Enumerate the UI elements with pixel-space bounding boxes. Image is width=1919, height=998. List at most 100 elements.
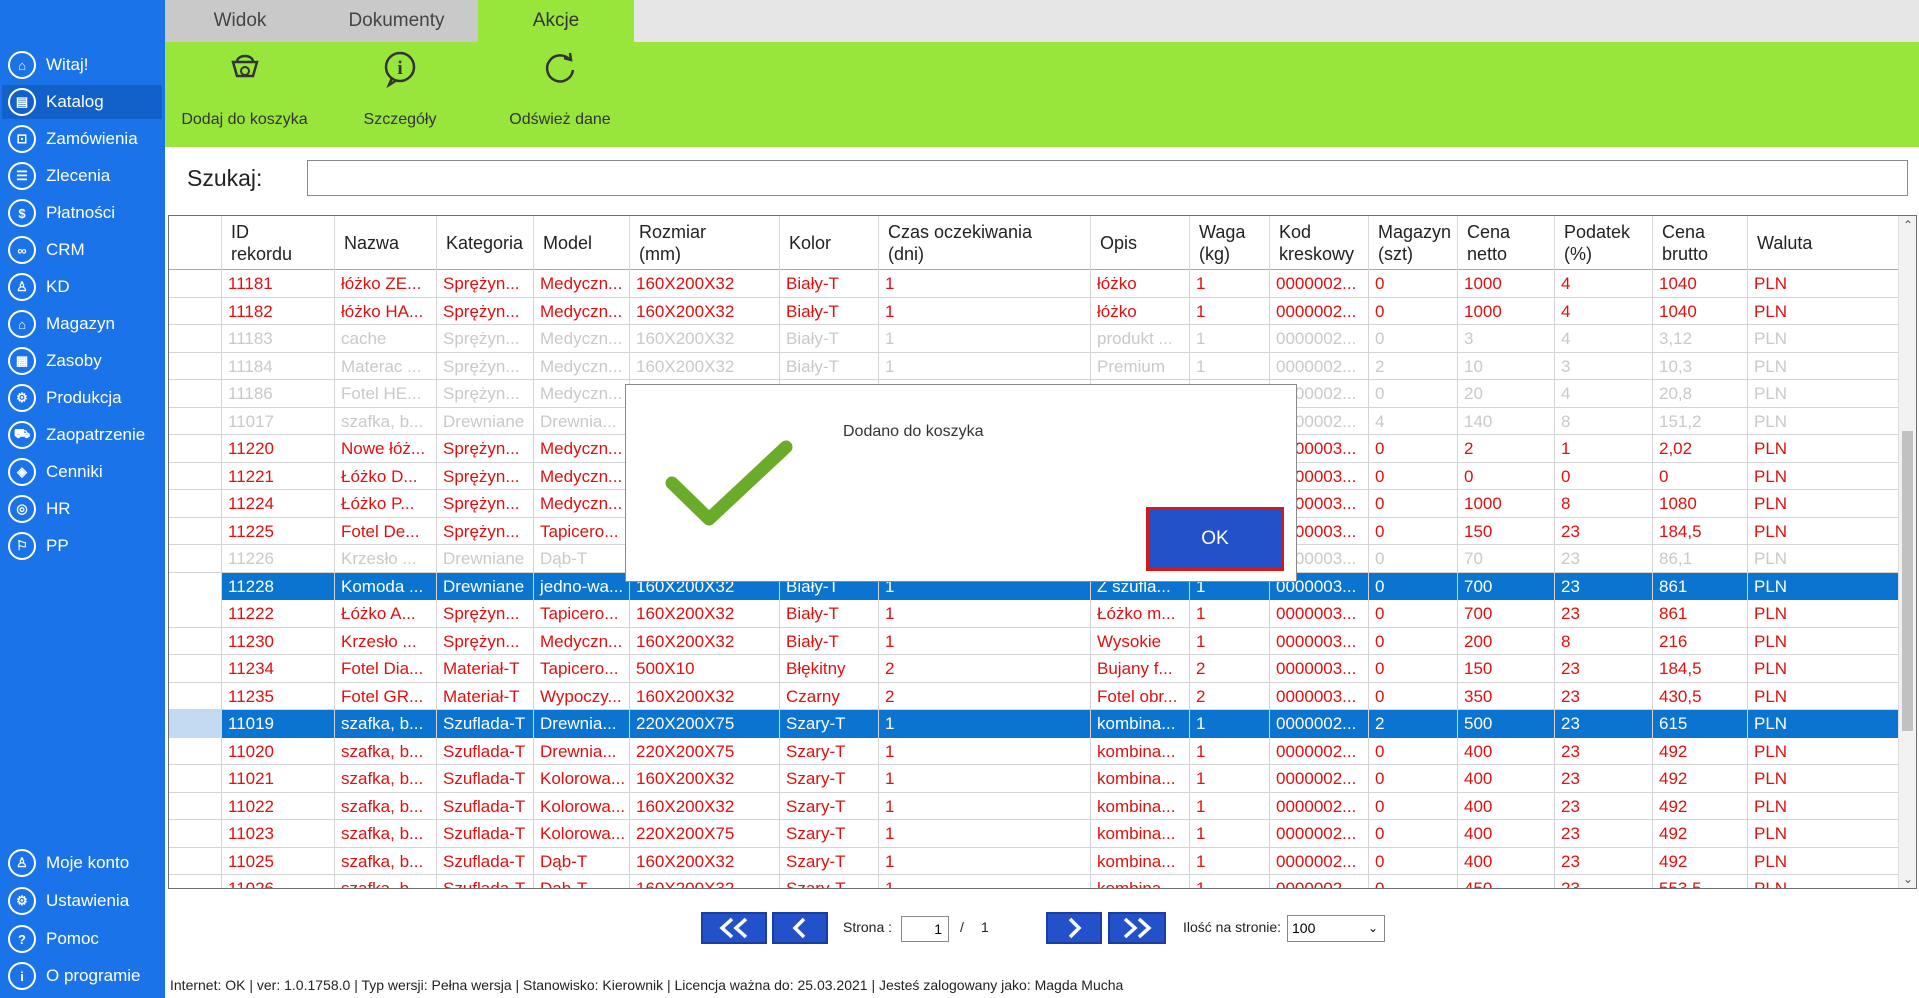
table-cell[interactable]: 23 — [1555, 875, 1653, 888]
sidebar-item-pp[interactable]: ⚐ PP — [2, 529, 162, 563]
table-cell[interactable]: 4 — [1555, 297, 1653, 325]
table-cell[interactable]: 861 — [1653, 572, 1748, 600]
table-cell[interactable]: Materiał-T — [437, 682, 534, 710]
table-cell[interactable]: 160X200X32 — [630, 875, 780, 888]
table-cell[interactable]: Szuflada-T — [437, 847, 534, 875]
table-cell[interactable]: Szuflada-T — [437, 710, 534, 738]
scroll-up-icon[interactable]: ⌃ — [1899, 216, 1916, 234]
table-cell[interactable]: Materiał-T — [437, 655, 534, 683]
table-cell[interactable]: 0 — [1369, 820, 1458, 848]
table-cell[interactable]: Fotel GR... — [335, 682, 437, 710]
table-cell[interactable]: Wysokie — [1091, 627, 1190, 655]
table-cell[interactable]: 1 — [879, 875, 1091, 888]
table-cell[interactable]: 1 — [1190, 270, 1270, 298]
table-cell[interactable]: 0 — [1555, 462, 1653, 490]
row-selector[interactable] — [169, 517, 222, 545]
table-cell[interactable]: Sprężyn... — [437, 490, 534, 518]
table-cell[interactable]: 3,12 — [1653, 325, 1748, 353]
table-cell[interactable]: szafka, b... — [335, 820, 437, 848]
table-cell[interactable]: Drewniane — [437, 407, 534, 435]
table-cell[interactable]: PLN — [1748, 875, 1899, 888]
sidebar-item-cenniki[interactable]: ◈ Cenniki — [2, 455, 162, 489]
table-cell[interactable]: 0 — [1369, 572, 1458, 600]
table-cell[interactable]: 23 — [1555, 572, 1653, 600]
row-selector[interactable] — [169, 627, 222, 655]
table-cell[interactable]: 0 — [1369, 875, 1458, 888]
row-selector[interactable] — [169, 490, 222, 518]
table-cell[interactable]: 11020 — [222, 737, 335, 765]
row-selector[interactable] — [169, 325, 222, 353]
table-cell[interactable]: 0000002... — [1270, 792, 1369, 820]
table-cell[interactable]: 220X200X75 — [630, 737, 780, 765]
table-cell[interactable]: 23 — [1555, 682, 1653, 710]
table-cell[interactable]: PLN — [1748, 352, 1899, 380]
table-cell[interactable]: Fotel obr... — [1091, 682, 1190, 710]
table-cell[interactable]: Kolorowa... — [534, 820, 630, 848]
table-cell[interactable]: 8 — [1555, 490, 1653, 518]
sidebar-item-płatności[interactable]: $ Płatności — [2, 196, 162, 230]
sidebar-item-moje-konto[interactable]: ♙ Moje konto — [2, 846, 162, 880]
table-cell[interactable]: Medyczn... — [534, 380, 630, 408]
table-cell[interactable]: 1 — [879, 270, 1091, 298]
table-cell[interactable]: Fotel De... — [335, 517, 437, 545]
table-cell[interactable]: 1 — [879, 600, 1091, 628]
column-header[interactable]: Model — [534, 216, 630, 270]
sidebar-item-pomoc[interactable]: ? Pomoc — [2, 922, 162, 956]
table-cell[interactable]: 1 — [1190, 847, 1270, 875]
search-input[interactable] — [307, 160, 1908, 196]
table-cell[interactable]: Komoda ... — [335, 572, 437, 600]
table-cell[interactable]: 0 — [1369, 270, 1458, 298]
table-cell[interactable]: 0 — [1369, 682, 1458, 710]
sidebar-item-o-programie[interactable]: i O programie — [2, 959, 162, 993]
table-cell[interactable]: Krzesło ... — [335, 627, 437, 655]
table-cell[interactable]: 160X200X32 — [630, 847, 780, 875]
table-cell[interactable]: 11017 — [222, 407, 335, 435]
table-cell[interactable]: Bujany f... — [1091, 655, 1190, 683]
table-cell[interactable]: Dąb-T — [534, 545, 630, 573]
table-cell[interactable]: 700 — [1458, 572, 1555, 600]
table-cell[interactable]: 11026 — [222, 875, 335, 888]
table-cell[interactable]: łóżko — [1091, 270, 1190, 298]
table-cell[interactable]: szafka, b... — [335, 710, 437, 738]
table-cell[interactable]: 400 — [1458, 737, 1555, 765]
table-cell[interactable]: 4 — [1369, 407, 1458, 435]
table-cell[interactable]: 11225 — [222, 517, 335, 545]
table-cell[interactable]: 0 — [1369, 600, 1458, 628]
column-header[interactable]: Nazwa — [335, 216, 437, 270]
table-cell[interactable]: Biały-T — [780, 600, 879, 628]
table-cell[interactable]: 615 — [1653, 710, 1748, 738]
table-cell[interactable]: 1040 — [1653, 270, 1748, 298]
per-page-select[interactable]: 100 ⌄ — [1287, 915, 1385, 942]
table-cell[interactable]: Fotel HE... — [335, 380, 437, 408]
table-cell[interactable]: 861 — [1653, 600, 1748, 628]
table-cell[interactable]: 4 — [1555, 325, 1653, 353]
table-cell[interactable]: 2 — [1369, 710, 1458, 738]
table-cell[interactable]: 492 — [1653, 792, 1748, 820]
row-selector[interactable] — [169, 407, 222, 435]
table-cell[interactable]: 4 — [1555, 380, 1653, 408]
column-header[interactable]: Cena brutto — [1653, 216, 1748, 270]
table-row[interactable]: 11184 Materac ... Sprężyn... Medyczn... 160X… — [169, 352, 1899, 380]
table-cell[interactable]: 0000002... — [1270, 847, 1369, 875]
table-cell[interactable]: Drewnia... — [534, 737, 630, 765]
table-cell[interactable]: Drewnia... — [534, 710, 630, 738]
table-cell[interactable]: Medyczn... — [534, 325, 630, 353]
table-cell[interactable]: Szary-T — [780, 710, 879, 738]
table-cell[interactable]: 10 — [1458, 352, 1555, 380]
table-cell[interactable]: Łóżko m... — [1091, 600, 1190, 628]
sidebar-item-zlecenia[interactable]: ☰ Zlecenia — [2, 159, 162, 193]
table-cell[interactable]: 10,3 — [1653, 352, 1748, 380]
table-cell[interactable]: 0 — [1369, 627, 1458, 655]
table-cell[interactable]: 23 — [1555, 765, 1653, 793]
table-cell[interactable]: 1 — [1555, 435, 1653, 463]
table-cell[interactable]: PLN — [1748, 407, 1899, 435]
table-cell[interactable]: PLN — [1748, 462, 1899, 490]
table-cell[interactable]: 23 — [1555, 847, 1653, 875]
table-cell[interactable]: 140 — [1458, 407, 1555, 435]
table-cell[interactable]: cache — [335, 325, 437, 353]
table-cell[interactable]: 150 — [1458, 517, 1555, 545]
table-cell[interactable]: 160X200X32 — [630, 627, 780, 655]
table-cell[interactable]: 23 — [1555, 517, 1653, 545]
column-header[interactable]: ID rekordu — [222, 216, 335, 270]
table-row[interactable]: 11021 szafka, b... Szuflada-T Kolorowa... 16… — [169, 765, 1899, 793]
